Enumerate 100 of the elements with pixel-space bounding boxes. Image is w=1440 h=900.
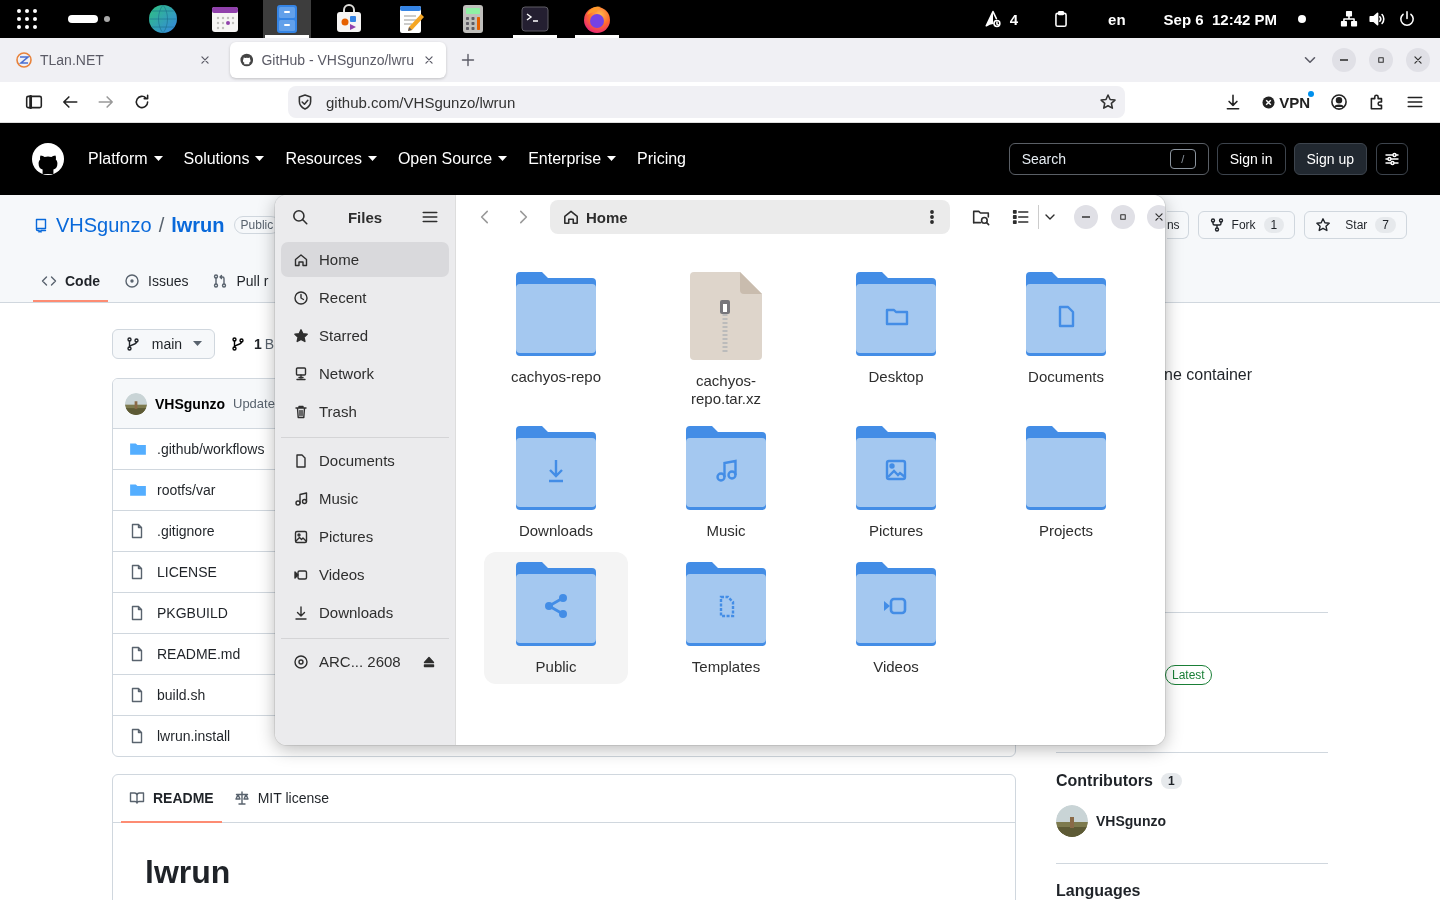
watch-button[interactable]: ns xyxy=(1166,211,1189,239)
settings-button[interactable] xyxy=(1376,143,1408,175)
file-link[interactable]: rootfs/var xyxy=(157,482,216,498)
nav-menu-item[interactable]: Resources xyxy=(285,150,377,168)
power-icon[interactable] xyxy=(1398,10,1416,28)
new-tab-icon[interactable] xyxy=(460,52,476,68)
network-icon[interactable] xyxy=(1340,10,1358,28)
search-field[interactable]: Search / xyxy=(1008,143,1209,175)
fork-button[interactable]: Fork 1 xyxy=(1197,211,1296,239)
section-heading: Languages xyxy=(1056,882,1141,900)
sign-in-button[interactable]: Sign in xyxy=(1216,143,1286,175)
sidebar-item[interactable]: Network xyxy=(281,356,449,391)
repo-tab[interactable]: Issues xyxy=(116,261,197,302)
contributor-name[interactable]: VHSgunzo xyxy=(1096,813,1166,829)
minimize-button[interactable] xyxy=(1074,205,1098,229)
forward-icon[interactable] xyxy=(97,93,115,111)
repo-link[interactable]: lwrun xyxy=(171,213,225,237)
file-name[interactable]: cachyos-repo xyxy=(491,368,621,386)
file-name[interactable]: cachyos-repo.tar.xz xyxy=(661,372,791,408)
sidebar-item[interactable]: Music xyxy=(281,481,449,516)
update-icon[interactable] xyxy=(983,10,1002,28)
nav-menu-item[interactable]: Enterprise xyxy=(528,150,617,168)
sidebar-item[interactable]: Starred xyxy=(281,318,449,353)
readme-tab[interactable]: MIT license xyxy=(225,775,337,823)
back-icon[interactable] xyxy=(61,93,79,111)
file-link[interactable]: PKGBUILD xyxy=(157,605,228,621)
app-grid-icon[interactable] xyxy=(16,8,38,30)
logo-icon[interactable] xyxy=(32,143,64,175)
file-name[interactable]: Downloads xyxy=(491,522,621,540)
account-icon[interactable] xyxy=(1330,93,1348,111)
x-badge-icon xyxy=(1262,95,1276,109)
avatar[interactable] xyxy=(1056,805,1088,837)
close-button[interactable] xyxy=(1147,205,1165,229)
sidebar-item[interactable]: Downloads xyxy=(281,595,449,630)
file-link[interactable]: .gitignore xyxy=(157,523,215,539)
file-name[interactable]: Public xyxy=(491,658,621,676)
folder-search-icon[interactable] xyxy=(972,208,990,226)
file-name[interactable]: Music xyxy=(661,522,791,540)
nav-menu-item[interactable]: Solutions xyxy=(183,150,265,168)
search-icon[interactable] xyxy=(291,208,309,226)
nav-menu-item[interactable]: Platform xyxy=(88,150,163,168)
file-link[interactable]: README.md xyxy=(157,646,241,662)
sidebar-item[interactable]: Home xyxy=(281,242,449,277)
star-button[interactable]: Star 7 xyxy=(1304,211,1407,239)
browser-tab[interactable]: TLan.NET xyxy=(6,42,222,78)
owner-link[interactable]: VHSgunzo xyxy=(56,213,152,237)
star-icon xyxy=(293,327,309,344)
file-link[interactable]: .github/workflows xyxy=(157,441,265,457)
sidebar-item[interactable]: Documents xyxy=(281,443,449,478)
address-bar[interactable]: github.com/VHSgunzo/lwrun xyxy=(288,86,1125,118)
file-link[interactable]: LICENSE xyxy=(157,564,217,580)
file-link[interactable]: build.sh xyxy=(157,687,206,703)
sidebar-item[interactable]: ARC... 2608 xyxy=(281,644,449,679)
fork-icon xyxy=(1208,217,1225,233)
repo-tab[interactable]: Code xyxy=(33,261,108,302)
selected-item-highlight[interactable]: Public xyxy=(484,552,628,684)
readme-tab[interactable]: README xyxy=(121,775,222,823)
window-title: Files xyxy=(347,208,383,226)
path-bar[interactable]: Home xyxy=(550,200,950,234)
sidebar-icon[interactable] xyxy=(25,93,43,111)
keyboard-layout[interactable]: en xyxy=(1108,10,1126,28)
file-name[interactable]: Projects xyxy=(1001,522,1131,540)
branches-link[interactable]: 1 B xyxy=(254,336,275,352)
file-link[interactable]: lwrun.install xyxy=(157,728,231,744)
file-name[interactable]: Desktop xyxy=(831,368,961,386)
nav-menu-item[interactable]: Open Source xyxy=(397,150,508,168)
file-name[interactable]: Documents xyxy=(1001,368,1131,386)
commit-author[interactable]: VHSgunzo xyxy=(155,395,225,412)
reload-icon[interactable] xyxy=(133,93,151,111)
nav-menu-item[interactable]: Pricing xyxy=(637,150,686,168)
globe-icon[interactable] xyxy=(147,3,179,35)
bookmark-star-icon[interactable] xyxy=(1099,93,1117,111)
avatar[interactable] xyxy=(125,392,147,415)
list-view-icon[interactable] xyxy=(1012,208,1030,226)
maximize-button[interactable] xyxy=(1111,205,1135,229)
close-icon[interactable] xyxy=(422,53,436,67)
download-icon xyxy=(293,604,309,621)
branch-selector[interactable]: main xyxy=(112,329,215,359)
terminal-icon[interactable] xyxy=(519,3,551,35)
section-heading[interactable]: Contributors xyxy=(1056,772,1153,790)
sidebar-item[interactable]: Trash xyxy=(281,394,449,429)
sidebar-item[interactable]: Videos xyxy=(281,557,449,592)
tab-title: GitHub - VHSgunzo/lwru xyxy=(261,52,414,68)
sidebar-item[interactable]: Recent xyxy=(281,280,449,315)
sidebar-item[interactable]: Pictures xyxy=(281,519,449,554)
pull-request-icon xyxy=(212,272,229,289)
maximize-button[interactable] xyxy=(1369,48,1393,72)
volume-icon[interactable] xyxy=(1368,10,1386,28)
tab-title: TLan.NET xyxy=(40,52,105,68)
commit-message[interactable]: Update xyxy=(233,396,275,411)
file-name[interactable]: Templates xyxy=(661,658,791,676)
browser-tab[interactable]: GitHub - VHSgunzo/lwru xyxy=(230,42,446,78)
close-icon[interactable] xyxy=(198,53,212,67)
file-name[interactable]: Videos xyxy=(831,658,961,676)
clock[interactable]: Sep 6 12:42 PM xyxy=(1163,10,1277,28)
file-name[interactable]: Pictures xyxy=(831,522,961,540)
sign-up-button[interactable]: Sign up xyxy=(1293,143,1367,175)
minimize-button[interactable] xyxy=(1332,48,1356,72)
computer-icon xyxy=(293,365,309,382)
fork-count: 1 xyxy=(1263,217,1285,233)
